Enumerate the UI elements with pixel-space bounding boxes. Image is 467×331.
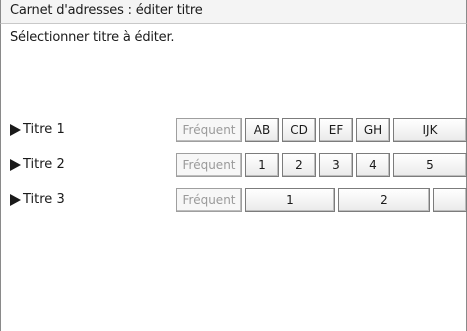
instruction-text: Sélectionner titre à éditer. bbox=[10, 30, 175, 45]
key-ijk-button[interactable]: IJK bbox=[393, 118, 467, 142]
title-row-1: Titre 1 Fréquent AB CD EF GH IJK bbox=[1, 118, 467, 142]
title-2-label: Titre 2 bbox=[23, 157, 65, 172]
key-2-button[interactable]: 2 bbox=[282, 153, 316, 177]
key-cd-button[interactable]: CD bbox=[282, 118, 316, 142]
title-bar: Carnet d'adresses : éditer titre bbox=[0, 0, 467, 24]
title-row-2: Titre 2 Fréquent 1 2 3 4 5 bbox=[1, 153, 467, 177]
title-1-label: Titre 1 bbox=[23, 122, 65, 137]
key-1-button[interactable]: 1 bbox=[245, 153, 279, 177]
frequent-button[interactable]: Fréquent bbox=[176, 118, 242, 142]
key-ab-button[interactable]: AB bbox=[245, 118, 279, 142]
title-row-label: Titre 2 bbox=[10, 157, 65, 172]
triangle-right-icon bbox=[10, 158, 21, 171]
frequent-button[interactable]: Fréquent bbox=[176, 188, 242, 212]
triangle-right-icon bbox=[10, 123, 21, 136]
title-3-label: Titre 3 bbox=[23, 192, 65, 207]
address-book-edit-title-screen: Carnet d'adresses : éditer titre Sélecti… bbox=[0, 0, 467, 331]
title-row-3: Titre 3 Fréquent 1 2 bbox=[1, 188, 467, 212]
triangle-right-icon bbox=[10, 193, 21, 206]
key-ef-button[interactable]: EF bbox=[319, 118, 353, 142]
screen-title: Carnet d'adresses : éditer titre bbox=[10, 3, 203, 18]
content-panel: Sélectionner titre à éditer. Titre 1 Fré… bbox=[0, 24, 467, 331]
key-next-button[interactable] bbox=[433, 188, 467, 212]
frequent-button[interactable]: Fréquent bbox=[176, 153, 242, 177]
title-row-label: Titre 1 bbox=[10, 122, 65, 137]
key-5-button[interactable]: 5 bbox=[393, 153, 467, 177]
key-1-button[interactable]: 1 bbox=[245, 188, 335, 212]
key-4-button[interactable]: 4 bbox=[356, 153, 390, 177]
key-3-button[interactable]: 3 bbox=[319, 153, 353, 177]
title-row-label: Titre 3 bbox=[10, 192, 65, 207]
key-gh-button[interactable]: GH bbox=[356, 118, 390, 142]
key-2-button[interactable]: 2 bbox=[338, 188, 430, 212]
